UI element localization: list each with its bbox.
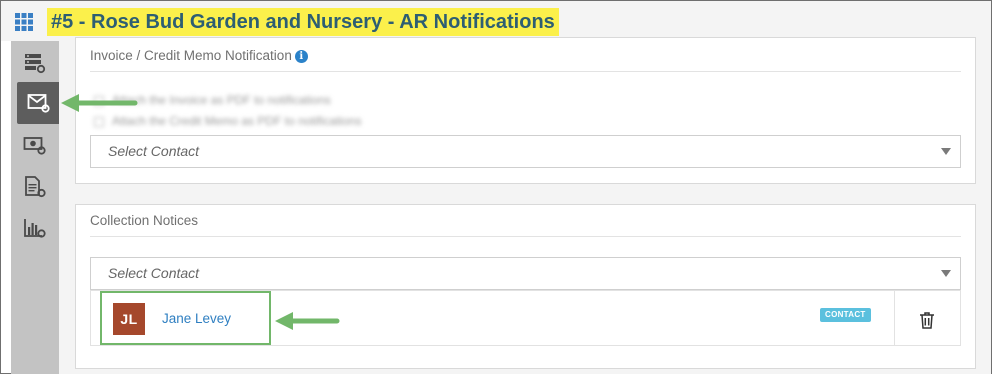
arrow-left-icon: [275, 312, 340, 330]
page-header: #5 - Rose Bud Garden and Nursery - AR No…: [1, 1, 991, 41]
settings-sidebar: [11, 41, 61, 374]
info-icon[interactable]: i: [294, 50, 308, 63]
invoice-contact-select[interactable]: Select Contact: [90, 135, 961, 168]
sidebar-item-payment-settings[interactable]: [15, 125, 55, 165]
attach-credit-memo-label: Attach the Credit Memo as PDF to notific…: [112, 114, 362, 128]
invoice-panel-title-text: Invoice / Credit Memo Notification: [90, 48, 292, 63]
panel-divider: [90, 236, 961, 237]
sidebar-item-email-notifications[interactable]: [17, 82, 61, 124]
contact-highlight-box: [100, 291, 271, 345]
collection-panel-title: Collection Notices: [90, 213, 199, 228]
invoice-panel-title: Invoice / Credit Memo Notification i: [90, 48, 308, 63]
panel-divider: [90, 71, 961, 72]
envelope-settings-icon: [27, 94, 50, 113]
sidebar-item-document-settings[interactable]: [15, 167, 55, 207]
checkbox[interactable]: [94, 117, 104, 127]
sidebar-item-report-settings[interactable]: [15, 208, 55, 248]
cell-divider: [894, 291, 895, 345]
document-settings-icon: [25, 176, 46, 198]
caret-down-icon: [941, 270, 951, 277]
chart-settings-icon: [24, 219, 46, 238]
server-settings-icon: [25, 54, 46, 74]
invoice-notification-panel: Invoice / Credit Memo Notification i Atta…: [75, 37, 976, 184]
page-title: #5 - Rose Bud Garden and Nursery - AR No…: [47, 8, 559, 36]
apps-grid-icon[interactable]: [15, 13, 33, 31]
attach-invoice-label: Attach the Invoice as PDF to notificatio…: [112, 93, 331, 107]
money-settings-icon: [23, 137, 46, 155]
invoice-contact-select-placeholder: Select Contact: [108, 143, 200, 159]
collection-contact-select-placeholder: Select Contact: [108, 265, 200, 281]
contact-type-badge: CONTACT: [820, 308, 871, 322]
trash-icon[interactable]: [919, 311, 935, 329]
caret-down-icon: [941, 148, 951, 155]
window-frame: #5 - Rose Bud Garden and Nursery - AR No…: [0, 0, 992, 374]
collection-contact-select[interactable]: Select Contact: [90, 257, 961, 290]
arrow-left-icon: [61, 94, 138, 112]
sidebar-item-server-settings[interactable]: [15, 43, 55, 83]
